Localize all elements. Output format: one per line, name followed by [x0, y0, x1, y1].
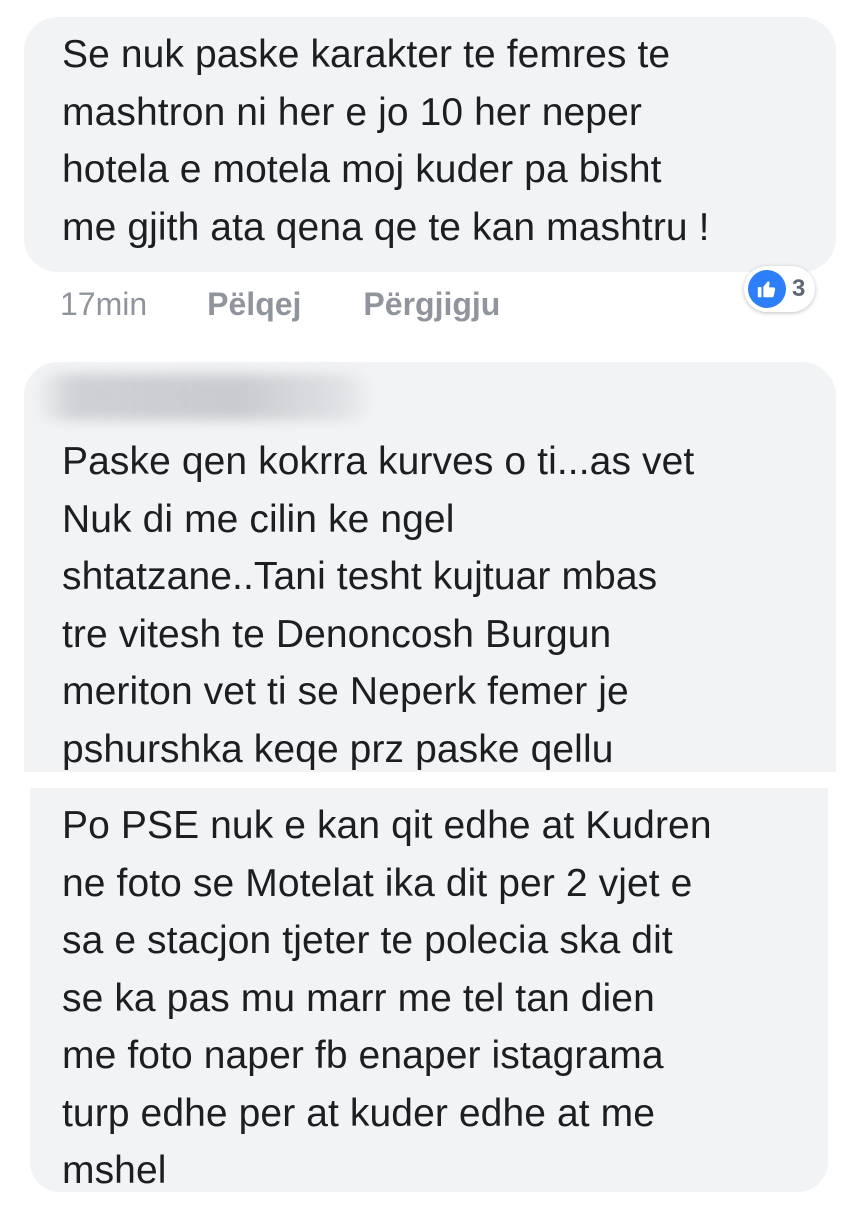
comment-text-3: Po PSE nuk e kan qit edhe at Kudren ne f… [62, 804, 712, 1192]
reaction-summary[interactable]: 3 [744, 266, 816, 312]
reply-button[interactable]: Përgjigju [363, 286, 500, 323]
comment-actions: 17min Pëlqej Përgjigju [60, 280, 562, 328]
reaction-count: 3 [792, 275, 806, 302]
comment-text-2: Paske qen kokrra kurves o ti...as vet Nu… [62, 440, 695, 771]
blurred-author-name [34, 374, 374, 420]
comment-timestamp[interactable]: 17min [60, 286, 147, 323]
like-icon [748, 270, 786, 308]
like-button[interactable]: Pëlqej [207, 286, 301, 323]
comment-text-1: Se nuk paske karakter te femres te masht… [62, 33, 710, 249]
